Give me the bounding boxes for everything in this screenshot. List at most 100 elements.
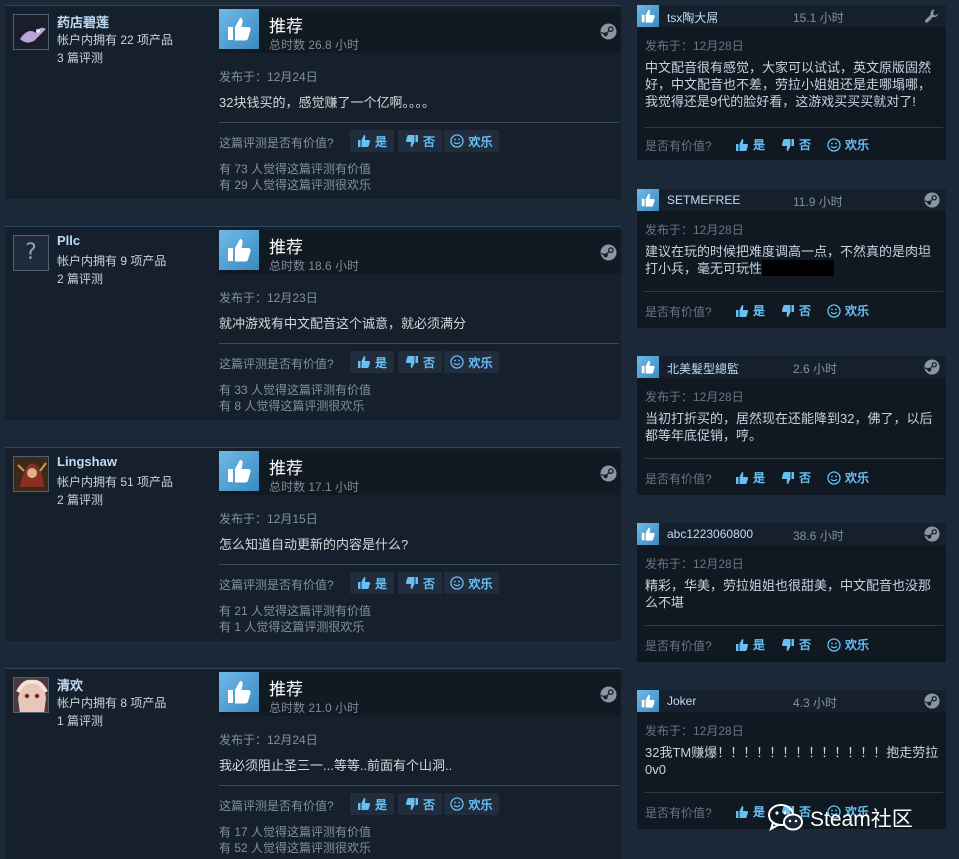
author-products[interactable]: 帐户内拥有 51 项产品: [57, 473, 173, 490]
funny-count: 有 52 人觉得这篇评测很欢乐: [219, 841, 372, 855]
smiley-icon: [450, 797, 465, 811]
author-products[interactable]: 帐户内拥有 22 项产品: [57, 31, 173, 48]
thumbs-up-icon: [736, 805, 749, 818]
review-content: 32块钱买的，感觉赚了一个亿啊。。。。: [219, 95, 435, 110]
avatar[interactable]: [13, 677, 49, 713]
vote-funny-button[interactable]: 欢乐: [444, 572, 499, 594]
vote-header[interactable]: 推荐 总时数 18.6 小时: [219, 230, 621, 274]
author-reviews[interactable]: 2 篇评测: [57, 491, 103, 508]
yes-label: 是: [753, 304, 766, 318]
mini-vote-yes-button[interactable]: 是: [735, 803, 765, 820]
smiley-icon: [450, 355, 465, 369]
vote-yes-button[interactable]: 是: [350, 572, 394, 594]
mini-vote-yes-button[interactable]: 是: [735, 136, 765, 153]
yes-label: 是: [753, 638, 766, 652]
vote-header[interactable]: 推荐 总时数 21.0 小时: [219, 672, 621, 716]
mini-posted-date: 发布于：12月28日: [645, 390, 744, 404]
wrench-icon: [925, 9, 939, 23]
smiley-icon: [450, 576, 465, 590]
vote-header[interactable]: 推荐 总时数 17.1 小时: [219, 451, 621, 495]
vote-header[interactable]: 推荐 总时数 26.8 小时: [219, 9, 621, 53]
mini-vote-no-button[interactable]: 否: [781, 136, 811, 153]
mini-vote-funny-button[interactable]: 欢乐: [827, 136, 869, 153]
divider: [645, 625, 943, 626]
avatar[interactable]: ?: [13, 235, 49, 271]
vote-funny-button[interactable]: 欢乐: [444, 793, 499, 815]
mini-review-header[interactable]: Joker 4.3 小时: [637, 690, 946, 712]
mini-vote-no-button[interactable]: 否: [781, 636, 811, 653]
mini-vote-yes-button[interactable]: 是: [735, 302, 765, 319]
smiley-icon: [827, 637, 841, 652]
author-name[interactable]: Pllc: [57, 233, 80, 248]
thumbs-up-icon: [357, 577, 371, 589]
steam-icon: [924, 192, 940, 208]
mini-vote-no-button[interactable]: 否: [781, 469, 811, 486]
vote-yes-button[interactable]: 是: [350, 130, 394, 152]
funny-label: 欢乐: [468, 355, 493, 370]
thumbs-up-icon: [736, 638, 749, 651]
author-products[interactable]: 帐户内拥有 9 项产品: [57, 252, 166, 269]
thumbs-up-icon: [637, 356, 659, 378]
yes-label: 是: [753, 471, 766, 485]
avatar[interactable]: [13, 14, 49, 50]
helpful-count: 有 21 人觉得这篇评测有价值: [219, 604, 372, 618]
review-content: 就冲游戏有中文配音这个诚意，就必须满分: [219, 316, 467, 331]
vote-funny-button[interactable]: 欢乐: [444, 130, 499, 152]
vote-no-button[interactable]: 否: [398, 351, 442, 373]
vote-no-button[interactable]: 否: [398, 793, 442, 815]
mini-author-name[interactable]: SETMEFREE: [667, 193, 740, 207]
mini-review-header[interactable]: SETMEFREE 11.9 小时: [637, 189, 946, 211]
mini-posted-date: 发布于：12月28日: [645, 557, 744, 571]
verdict-title: 推荐: [269, 680, 303, 699]
mini-author-name[interactable]: abc1223060800: [667, 527, 753, 541]
posted-date: 发布于：12月24日: [219, 733, 318, 747]
mini-review-header[interactable]: abc1223060800 38.6 小时: [637, 523, 946, 545]
verdict-title: 推荐: [269, 459, 303, 478]
mini-author-name[interactable]: tsx陶大屌: [667, 9, 718, 26]
mini-vote-yes-button[interactable]: 是: [735, 469, 765, 486]
smiley-icon: [450, 134, 465, 148]
mini-helpful-question: 是否有价值?: [645, 806, 712, 820]
mini-vote-funny-button[interactable]: 欢乐: [827, 469, 869, 486]
avatar[interactable]: [13, 456, 49, 492]
mini-vote-no-button[interactable]: 否: [781, 302, 811, 319]
mini-review-card: SETMEFREE 11.9 小时 发布于：12月28日 建议在玩的时候把难度调…: [637, 189, 946, 328]
thumbs-up-icon: [637, 189, 659, 211]
mini-review-header[interactable]: 北美髮型總監 2.6 小时: [637, 356, 946, 378]
vote-funny-button[interactable]: 欢乐: [444, 351, 499, 373]
author-reviews[interactable]: 1 篇评测: [57, 712, 103, 729]
mini-vote-yes-button[interactable]: 是: [735, 636, 765, 653]
vote-no-button[interactable]: 否: [398, 572, 442, 594]
watermark-text: Steam社区: [810, 808, 913, 831]
helpful-count: 有 33 人觉得这篇评测有价值: [219, 383, 372, 397]
mini-vote-funny-button[interactable]: 欢乐: [827, 302, 869, 319]
vote-no-button[interactable]: 否: [398, 130, 442, 152]
mini-vote-funny-button[interactable]: 欢乐: [827, 636, 869, 653]
author-name[interactable]: Lingshaw: [57, 454, 117, 469]
mini-helpful-question: 是否有价值?: [645, 639, 712, 653]
mini-author-name[interactable]: 北美髮型總監: [667, 360, 739, 377]
steam-icon: [600, 465, 617, 482]
vote-yes-button[interactable]: 是: [350, 351, 394, 373]
mini-author-name[interactable]: Joker: [667, 694, 696, 708]
author-reviews[interactable]: 3 篇评测: [57, 49, 103, 66]
helpful-count: 有 73 人觉得这篇评测有价值: [219, 162, 372, 176]
funny-label: 欢乐: [845, 138, 870, 152]
no-label: 否: [422, 134, 435, 149]
mini-review-card: 北美髮型總監 2.6 小时 发布于：12月28日 当初打折买的，居然现在还能降到…: [637, 356, 946, 495]
mini-hours: 2.6 小时: [793, 362, 838, 376]
author-name[interactable]: 药店碧莲: [57, 12, 109, 31]
review-content: 我必须阻止圣三一...等等..前面有个山洞..: [219, 758, 453, 773]
funny-count: 有 29 人觉得这篇评测很欢乐: [219, 178, 372, 192]
author-reviews[interactable]: 2 篇评测: [57, 270, 103, 287]
vote-yes-button[interactable]: 是: [350, 793, 394, 815]
author-products[interactable]: 帐户内拥有 8 项产品: [57, 694, 166, 711]
mini-hours: 4.3 小时: [793, 696, 838, 710]
hours-played: 总时数 18.6 小时: [269, 259, 360, 273]
thumbs-up-icon: [357, 356, 371, 368]
author-name[interactable]: 清欢: [57, 675, 83, 694]
mini-review-header[interactable]: tsx陶大屌 15.1 小时: [637, 5, 946, 27]
mini-review-card: tsx陶大屌 15.1 小时 发布于：12月28日 中文配音很有感觉，大家可以试…: [637, 5, 946, 160]
posted-date: 发布于：12月23日: [219, 291, 318, 305]
divider: [219, 785, 619, 786]
